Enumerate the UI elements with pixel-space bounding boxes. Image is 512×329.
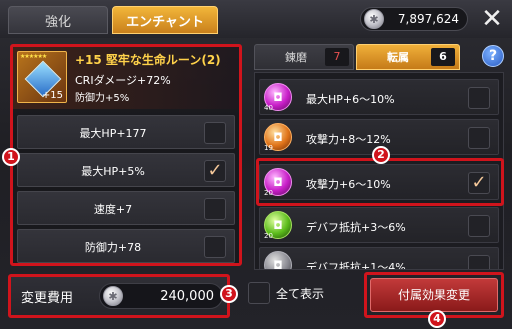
help-icon[interactable]: ? bbox=[482, 45, 504, 67]
rune-level-badge: +15 bbox=[41, 90, 63, 101]
rune-checkbox[interactable] bbox=[468, 215, 490, 237]
close-icon[interactable]: ✕ bbox=[478, 6, 506, 34]
tab-refine-count: 7 bbox=[325, 48, 349, 66]
marker-1: 1 bbox=[2, 148, 20, 166]
silver-coin-icon: ✱ bbox=[103, 286, 123, 306]
currency-value: 7,897,624 bbox=[397, 12, 459, 26]
selected-rune-card: ★★★★★★ +15 +15 堅牢な生命ルーン(2) CRIダメージ+72% 防… bbox=[13, 47, 239, 109]
option-checkbox[interactable]: ✓ bbox=[204, 160, 226, 182]
rune-main-stat: CRIダメージ+72% bbox=[75, 74, 171, 87]
option-checkbox[interactable] bbox=[204, 198, 226, 220]
tab-enchant[interactable]: エンチャント bbox=[112, 6, 218, 34]
show-all-checkbox[interactable] bbox=[248, 282, 270, 304]
rune-level: 20 bbox=[264, 189, 273, 197]
cost-label: 変更費用 bbox=[21, 291, 74, 306]
option-label: 最大HP+5% bbox=[81, 165, 145, 178]
currency-display: ✱ 7,897,624 bbox=[360, 7, 468, 31]
rune-stars: ★★★★★★ bbox=[20, 53, 47, 60]
tab-transfer[interactable]: 転属 6 bbox=[356, 44, 460, 70]
rune-checkbox[interactable] bbox=[468, 255, 490, 269]
marker-3: 3 bbox=[220, 285, 238, 303]
rune-effect: 攻撃力+8～12% bbox=[306, 133, 391, 146]
rune-title: +15 堅牢な生命ルーン(2) bbox=[75, 53, 221, 67]
cost-display: ✱ 240,000 bbox=[99, 283, 223, 309]
option-row[interactable]: 最大HP+177 bbox=[17, 115, 235, 149]
silver-coin-icon: ✱ bbox=[364, 9, 384, 29]
rune-list: ◘ 40 最大HP+6～10% ◘ 19 攻撃力+8～12% ◘ 20 攻撃力+… bbox=[254, 72, 504, 270]
tab-enhance[interactable]: 強化 bbox=[8, 6, 108, 34]
rune-gem-icon: ◘ bbox=[264, 251, 292, 269]
option-label: 最大HP+177 bbox=[79, 127, 147, 140]
show-all-label: 全て表示 bbox=[276, 286, 325, 301]
list-item[interactable]: ◘ 20 攻撃力+6～10% ✓ bbox=[259, 164, 499, 200]
rune-level: 20 bbox=[264, 232, 273, 240]
rune-checkbox[interactable]: ✓ bbox=[468, 172, 490, 194]
rune-effect: デバフ抵抗+3～6% bbox=[306, 221, 406, 234]
marker-2: 2 bbox=[372, 146, 390, 164]
tab-transfer-label: 転属 bbox=[387, 51, 409, 64]
option-checkbox[interactable] bbox=[204, 122, 226, 144]
rune-level: 19 bbox=[264, 144, 273, 152]
rune-thumbnail: ★★★★★★ +15 bbox=[17, 51, 67, 103]
rune-sub-stat: 防御力+5% bbox=[75, 93, 130, 104]
tab-refine-label: 錬磨 bbox=[285, 51, 307, 64]
option-row[interactable]: 速度+7 bbox=[17, 191, 235, 225]
tab-refine[interactable]: 錬磨 7 bbox=[254, 44, 354, 70]
list-item[interactable]: ◘ 20 デバフ抵抗+3～6% bbox=[259, 207, 499, 243]
option-row[interactable]: 最大HP+5% ✓ bbox=[17, 153, 235, 187]
rune-source-tabs: 錬磨 7 転属 6 bbox=[254, 44, 460, 70]
cost-value: 240,000 bbox=[160, 288, 214, 304]
rune-level: 40 bbox=[264, 104, 273, 112]
rune-effect: 最大HP+6～10% bbox=[306, 93, 395, 106]
option-label: 速度+7 bbox=[93, 203, 133, 216]
rune-checkbox[interactable] bbox=[468, 87, 490, 109]
rune-effect: 攻撃力+6～10% bbox=[306, 178, 391, 191]
list-item[interactable]: ◘ デバフ抵抗+1～4% bbox=[259, 247, 499, 270]
marker-4: 4 bbox=[428, 310, 446, 328]
change-effect-button[interactable]: 付属効果変更 bbox=[370, 278, 498, 312]
option-row[interactable]: 防御力+78 bbox=[17, 229, 235, 263]
cost-panel: 変更費用 ✱ 240,000 bbox=[8, 274, 230, 318]
rune-checkbox[interactable] bbox=[468, 127, 490, 149]
option-label: 防御力+78 bbox=[84, 241, 142, 254]
option-checkbox[interactable] bbox=[204, 236, 226, 258]
tab-transfer-count: 6 bbox=[431, 48, 455, 66]
rune-options-panel: ★★★★★★ +15 +15 堅牢な生命ルーン(2) CRIダメージ+72% 防… bbox=[10, 44, 242, 266]
show-all-toggle[interactable]: 全て表示 bbox=[248, 282, 324, 304]
list-item[interactable]: ◘ 40 最大HP+6～10% bbox=[259, 79, 499, 115]
rune-effect: デバフ抵抗+1～4% bbox=[306, 261, 406, 270]
